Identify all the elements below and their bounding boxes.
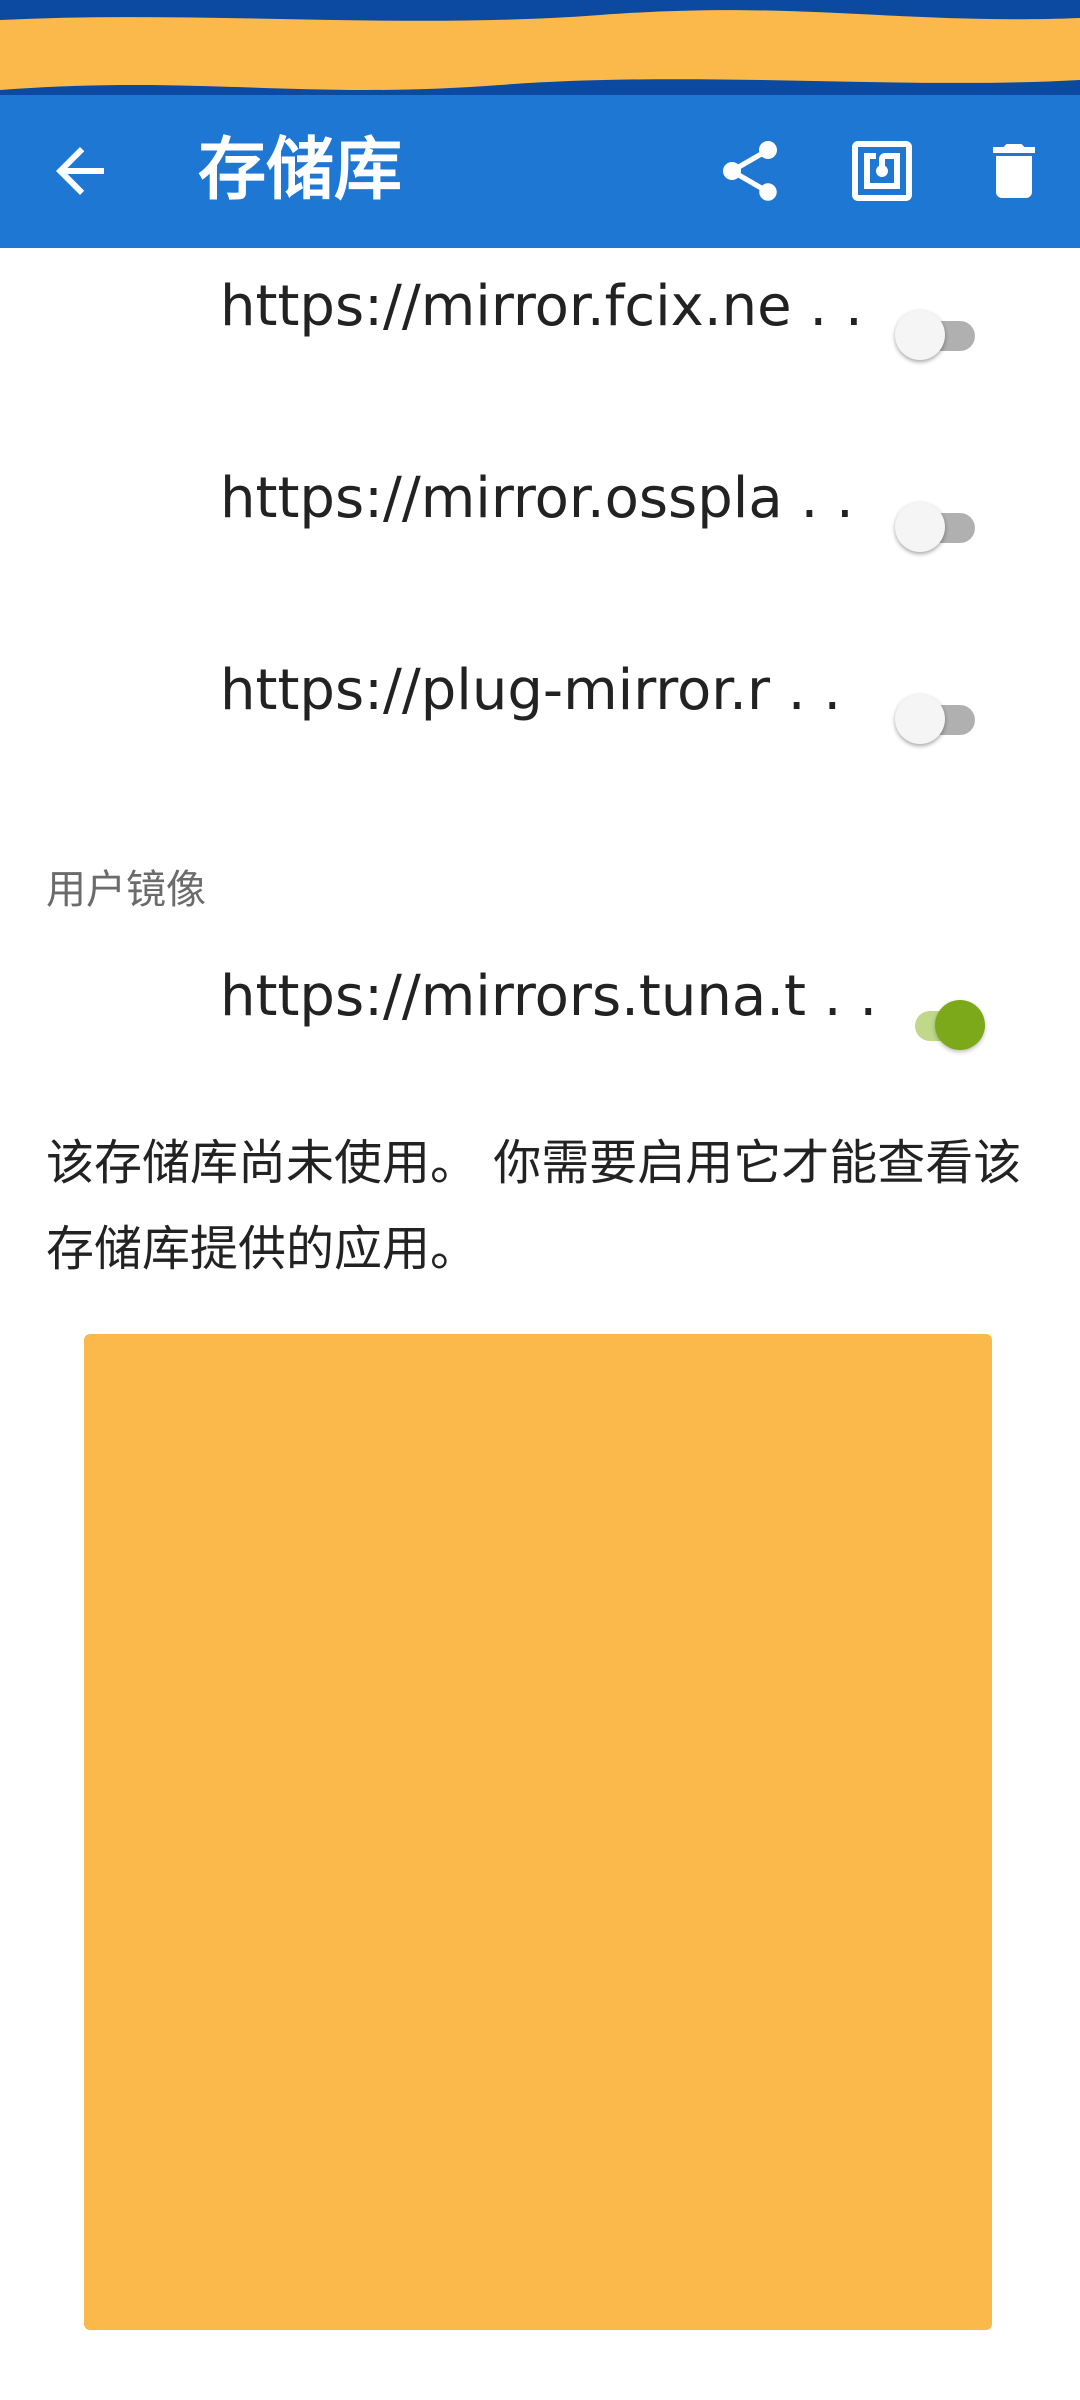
- mirror-url: https://mirrors.tuna.t . .: [220, 964, 878, 1029]
- app-bar: 存储库: [0, 95, 1080, 248]
- mirror-row[interactable]: https://plug-mirror.r . .: [0, 632, 1080, 752]
- share-button[interactable]: [714, 135, 786, 207]
- user-mirrors-header: 用户镜像: [46, 867, 206, 913]
- repo-disabled-notice: 该存储库尚未使用。 你需要启用它才能查看该存储库提供的应用。: [46, 1135, 1022, 1277]
- nfc-icon: [852, 141, 912, 201]
- mirror-toggle[interactable]: [895, 990, 985, 1060]
- nfc-button[interactable]: [846, 135, 918, 207]
- toggle-thumb: [935, 1000, 985, 1050]
- mirror-url: https://mirror.fcix.ne . .: [220, 274, 863, 339]
- mirror-url: https://mirror.osspla . .: [220, 466, 854, 531]
- redaction-scribble: [0, 10, 1080, 91]
- mirror-toggle[interactable]: [895, 300, 985, 370]
- delete-icon: [993, 144, 1035, 198]
- mirror-row[interactable]: https://mirror.osspla . .: [0, 440, 1080, 560]
- mirror-toggle[interactable]: [895, 684, 985, 754]
- redacted-content: [84, 1334, 992, 2330]
- delete-button[interactable]: [978, 135, 1050, 207]
- mirror-toggle[interactable]: [895, 492, 985, 562]
- page-title: 存储库: [198, 131, 403, 210]
- user-mirror-row[interactable]: https://mirrors.tuna.t . .: [0, 938, 1080, 1058]
- toggle-thumb: [895, 694, 945, 744]
- status-bar: [0, 0, 1080, 95]
- toggle-thumb: [895, 310, 945, 360]
- toggle-thumb: [895, 502, 945, 552]
- share-icon: [723, 141, 777, 201]
- arrow-back-icon: [56, 147, 104, 195]
- back-button[interactable]: [44, 135, 116, 207]
- mirror-url: https://plug-mirror.r . .: [220, 658, 842, 723]
- mirror-row[interactable]: https://mirror.fcix.ne . .: [0, 248, 1080, 368]
